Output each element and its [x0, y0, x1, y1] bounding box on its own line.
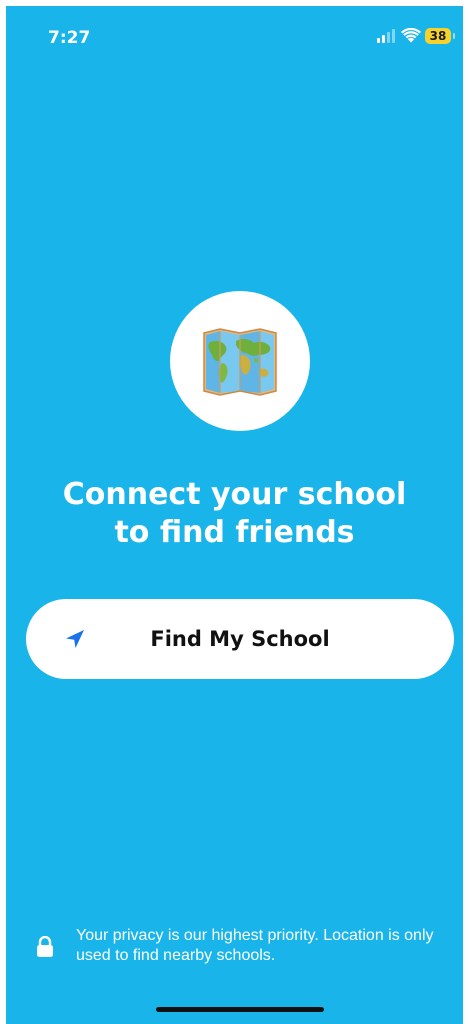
- map-illustration: [170, 291, 310, 431]
- world-map-icon: [203, 328, 277, 396]
- status-time: 7:27: [48, 28, 91, 48]
- battery-cap: [453, 33, 455, 39]
- headline-line-2: to find friends: [114, 515, 355, 550]
- battery-level: 38: [429, 29, 447, 43]
- status-bar: 7:27 38: [6, 6, 463, 62]
- headline-line-1: Connect your school: [62, 477, 407, 512]
- wifi-icon: [401, 28, 421, 43]
- privacy-text: Your privacy is our highest priority. Lo…: [76, 927, 434, 964]
- home-indicator[interactable]: [156, 1007, 324, 1012]
- headline: Connect your school to find friends: [6, 476, 463, 552]
- find-my-school-button[interactable]: Find My School: [26, 599, 454, 679]
- cellular-signal-icon: [377, 29, 395, 43]
- lock-icon: [37, 936, 53, 957]
- privacy-note: Your privacy is our highest priority. Lo…: [34, 926, 444, 970]
- battery-indicator: 38: [425, 28, 451, 44]
- find-my-school-label: Find My School: [150, 627, 330, 651]
- onboarding-screen: 7:27 38 Connect your school to find frie…: [6, 6, 463, 1024]
